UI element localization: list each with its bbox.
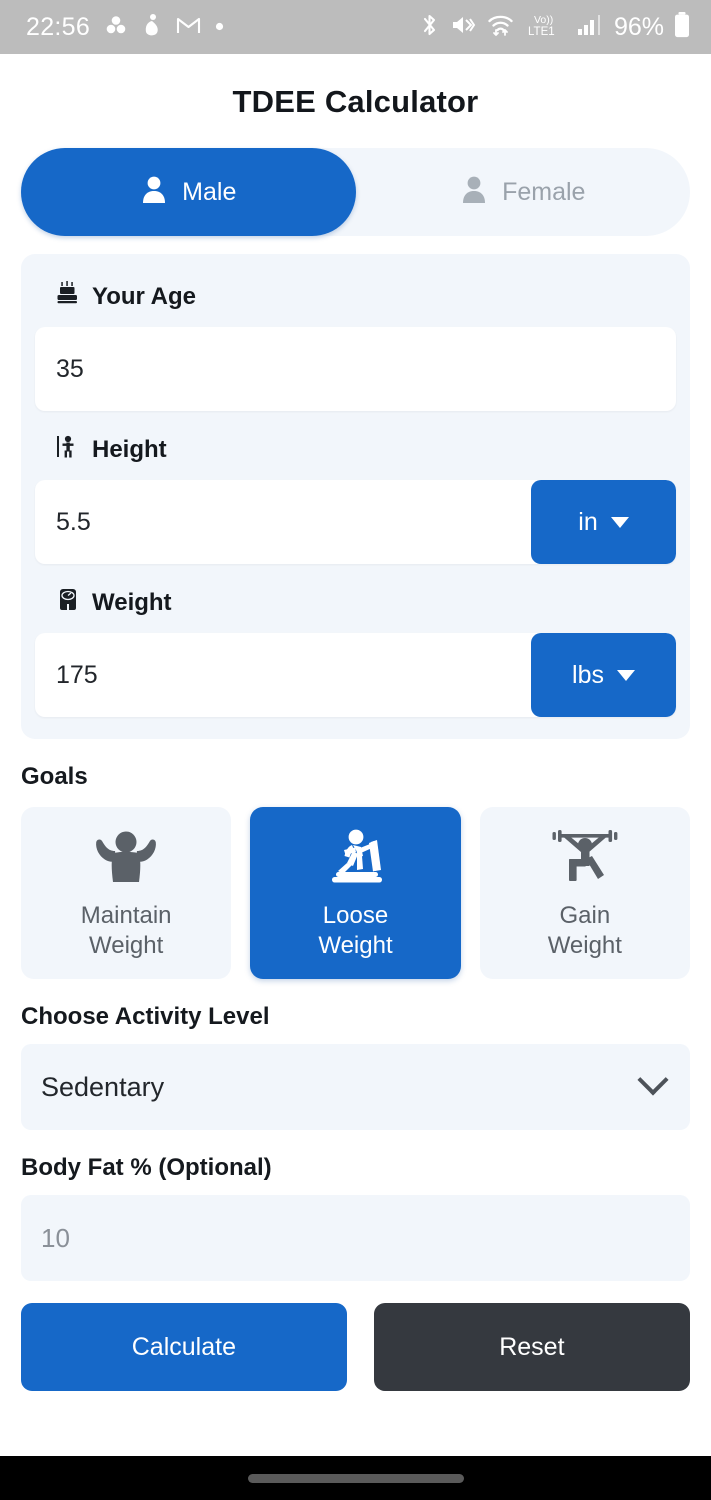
- goal-card-loose-weight[interactable]: Loose Weight: [250, 807, 461, 979]
- battery-icon: [673, 11, 691, 44]
- gmail-icon: [176, 14, 201, 41]
- body-fat-input-row: [21, 1195, 690, 1281]
- goals-section-label: Goals: [21, 763, 88, 790]
- height-unit-label: in: [578, 507, 598, 536]
- goal-card-loose-weight-label: Loose Weight: [318, 901, 393, 959]
- person-icon: [460, 174, 488, 211]
- wifi-icon: [487, 12, 515, 42]
- calculate-button[interactable]: Calculate: [21, 1303, 347, 1391]
- action-buttons: Calculate Reset: [21, 1303, 690, 1391]
- goal-card-maintain-weight-label: Maintain Weight: [80, 901, 172, 959]
- chevron-down-icon: [610, 516, 629, 528]
- gender-option-female-label: Female: [502, 177, 586, 206]
- height-input[interactable]: [35, 480, 531, 564]
- status-bar-left: 22:56: [26, 13, 224, 42]
- age-input[interactable]: [35, 327, 676, 411]
- volte1-icon: Vo)) LTE1: [526, 12, 566, 43]
- weight-field-label: Weight: [35, 586, 676, 619]
- goal-card-gain-weight[interactable]: Gain Weight: [479, 807, 690, 979]
- height-field-label: Height: [35, 433, 676, 466]
- body-fat-label: Body Fat % (Optional): [21, 1154, 272, 1181]
- system-navigation-bar: [0, 1456, 711, 1500]
- person-activity-icon: [142, 13, 162, 42]
- home-gesture-pill[interactable]: [247, 1473, 464, 1483]
- flexing-muscles-icon: [89, 826, 163, 893]
- weight-unit-dropdown[interactable]: lbs: [531, 633, 676, 717]
- weight-input[interactable]: [35, 633, 531, 717]
- activity-level-select[interactable]: Sedentary: [21, 1044, 690, 1130]
- height-input-row: in: [35, 480, 676, 564]
- treadmill-runner-icon: [316, 826, 394, 893]
- weight-unit-label: lbs: [572, 660, 604, 689]
- goals-group: Maintain Weight Loose Weight Gain Weight: [21, 807, 690, 979]
- status-bar: 22:56 Vo)) LTE1 96%: [0, 0, 711, 54]
- age-label-text: Your Age: [92, 282, 197, 310]
- body-fat-input[interactable]: [21, 1222, 690, 1254]
- status-bar-right: Vo)) LTE1 96%: [420, 11, 691, 44]
- weight-label-text: Weight: [92, 588, 172, 616]
- dots-cluster-icon: [104, 13, 128, 42]
- status-bar-clock: 22:56: [26, 12, 91, 41]
- activity-level-label: Choose Activity Level: [21, 1003, 270, 1030]
- height-unit-dropdown[interactable]: in: [531, 480, 676, 564]
- gender-option-female[interactable]: Female: [356, 148, 691, 236]
- app-screen: 22:56 Vo)) LTE1 96% TDEE Calculator Male…: [0, 0, 711, 1500]
- mute-vibrate-icon: [450, 13, 476, 42]
- reset-button[interactable]: Reset: [373, 1303, 690, 1391]
- signal-bars-icon: [577, 13, 603, 42]
- weight-scale-icon: [55, 586, 81, 619]
- gender-toggle: Male Female: [21, 148, 690, 236]
- age-input-row: [35, 327, 676, 411]
- goal-card-maintain-weight[interactable]: Maintain Weight: [21, 807, 232, 979]
- bluetooth-icon: [420, 12, 439, 43]
- height-label-text: Height: [92, 435, 167, 463]
- svg-text:LTE1: LTE1: [528, 26, 555, 38]
- chevron-down-icon: [616, 669, 635, 681]
- chevron-down-icon: [637, 1064, 669, 1096]
- activity-level-value: Sedentary: [41, 1071, 165, 1102]
- svg-text:Vo)): Vo)): [534, 14, 553, 26]
- dot-icon: [215, 18, 224, 36]
- gender-option-male-label: Male: [182, 177, 237, 206]
- measurements-card: Your Age Height in: [21, 254, 690, 739]
- goal-card-gain-weight-label: Gain Weight: [547, 901, 622, 959]
- weightlifter-icon: [546, 826, 624, 893]
- birthday-cake-icon: [55, 280, 81, 313]
- gender-option-male[interactable]: Male: [21, 148, 356, 236]
- battery-percent-label: 96%: [613, 12, 664, 41]
- page-title: TDEE Calculator: [232, 84, 479, 119]
- person-icon: [140, 174, 168, 211]
- height-person-icon: [55, 433, 81, 466]
- age-field-label: Your Age: [35, 280, 676, 313]
- weight-input-row: lbs: [35, 633, 676, 717]
